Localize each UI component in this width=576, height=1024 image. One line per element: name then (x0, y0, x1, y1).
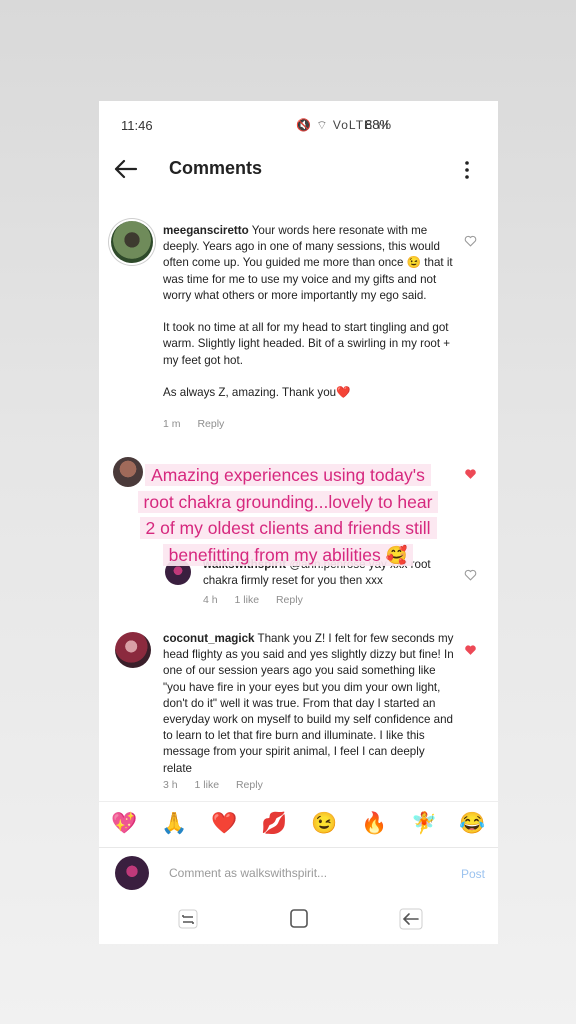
comment-body: meegansciretto Your words here resonate … (163, 223, 453, 401)
comment-input[interactable]: Comment as walkswithspirit... (169, 866, 327, 880)
avatar (115, 856, 149, 890)
emoji-reaction-bar: 💖 🙏 ❤️ 💋 😉 🔥 🧚 😂 (99, 801, 498, 848)
comment-body: coconut_magick Thank you Z! I felt for f… (163, 631, 455, 777)
heart-outline-icon[interactable] (464, 569, 477, 581)
recent-apps-icon[interactable] (175, 907, 201, 931)
overlay-line: Amazing experiences using today's (145, 464, 431, 486)
folded-hands-emoji[interactable]: 🙏 (161, 812, 187, 836)
comment-meta: 4 h 1 like Reply (203, 594, 317, 606)
home-icon[interactable] (286, 907, 312, 931)
battery-percent: 88% (365, 117, 392, 132)
winking-face-emoji[interactable]: 😉 (311, 812, 337, 836)
likes-count[interactable]: 1 like (235, 594, 260, 606)
arrow-left-icon[interactable] (112, 157, 140, 181)
comment-time: 3 h (163, 779, 178, 791)
heart-outline-icon[interactable] (464, 235, 477, 247)
comment-text: Thank you Z! I felt for few seconds my h… (163, 632, 454, 775)
kiss-mark-emoji[interactable]: 💋 (261, 812, 287, 836)
system-nav-bar (99, 897, 498, 944)
tears-of-joy-emoji[interactable]: 😂 (459, 812, 485, 836)
reply-button[interactable]: Reply (276, 594, 303, 606)
reply-button[interactable]: Reply (236, 779, 263, 791)
fire-emoji[interactable]: 🔥 (361, 812, 387, 836)
red-heart-emoji[interactable]: ❤️ (211, 812, 237, 836)
post-button[interactable]: Post (461, 867, 485, 881)
page-title: Comments (169, 158, 263, 178)
overlay-line: root chakra grounding...lovely to hear (137, 490, 439, 513)
status-time: 11:46 (121, 118, 153, 133)
heart-filled-icon[interactable] (464, 644, 477, 656)
comment-composer: Comment as walkswithspirit... Post (99, 847, 498, 898)
sparkling-heart-emoji[interactable]: 💖 (111, 812, 137, 836)
reply-button[interactable]: Reply (197, 418, 224, 430)
avatar[interactable] (111, 221, 153, 263)
comment-username[interactable]: meegansciretto (163, 224, 249, 237)
comment-text: Your words here resonate with me deeply.… (163, 224, 453, 400)
comment-meta: 1 m Reply (163, 418, 238, 430)
avatar[interactable] (115, 632, 151, 668)
comment-username[interactable]: coconut_magick (163, 632, 255, 645)
overlay-line: benefitting from my abilities 🥰 (162, 543, 414, 566)
overlay-line: 2 of my oldest clients and friends still (139, 517, 437, 539)
status-bar: 11:46 🔇 ⌔ VoLTE ıll 88% (99, 101, 498, 151)
comment-time: 4 h (203, 594, 218, 606)
fairy-emoji[interactable]: 🧚 (411, 812, 437, 836)
likes-count[interactable]: 1 like (195, 779, 220, 791)
story-text-overlay: Amazing experiences using today's root c… (110, 462, 466, 568)
comment-time: 1 m (163, 418, 181, 430)
more-vertical-icon[interactable] (459, 157, 475, 183)
comment-meta: 3 h 1 like Reply (163, 779, 277, 791)
back-nav-icon[interactable] (398, 907, 424, 931)
app-bar: Comments (99, 151, 498, 191)
